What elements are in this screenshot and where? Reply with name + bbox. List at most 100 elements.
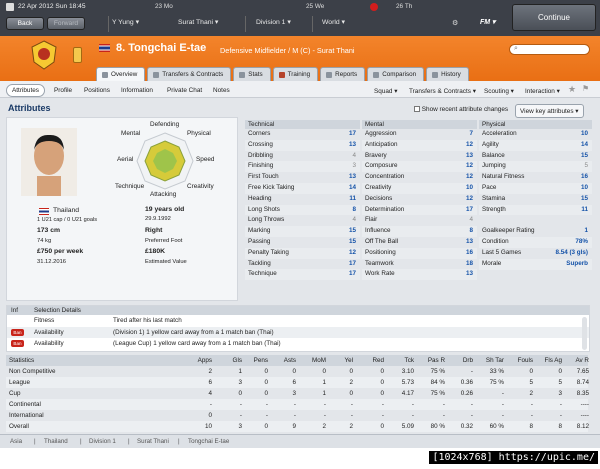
watermark: [1024x768] https://upic.me/ (429, 451, 598, 464)
mental-row: Anticipation 12 (362, 139, 477, 151)
subtab-information[interactable]: Information (121, 87, 153, 94)
tab-reports[interactable]: Reports (320, 67, 366, 81)
stat-cell: 8.74 (576, 379, 589, 386)
show-recent-toggle[interactable]: Show recent attribute changes (414, 106, 508, 113)
selection-text: (League Cup) 1 yellow card away from a 1… (113, 340, 281, 347)
nav-manager-dropdown[interactable]: Y Yung ▾ (112, 18, 139, 27)
tab-overview[interactable]: Overview (96, 67, 146, 81)
radar-label-attacking: Attacking (150, 191, 177, 198)
squad-dropdown[interactable]: Squad ▾ (374, 87, 397, 95)
radar-label-aerial: Aerial (117, 156, 134, 163)
stat-cell: - (442, 401, 445, 408)
selection-label: Availability (34, 328, 64, 336)
mental-row: Work Rate 13 (362, 269, 477, 281)
search-input[interactable]: ⌕ (509, 44, 590, 55)
radar-label-technique: Technique (115, 183, 145, 190)
stat-cell: 0 (322, 368, 326, 375)
nav-division-dropdown[interactable]: Division 1 ▾ (256, 18, 291, 27)
technical-row: Long Shots 8 (245, 204, 360, 216)
international-caps: 1 U21 cap / 0 U21 goals (37, 217, 98, 223)
breadcrumb-asia[interactable]: Asia (10, 438, 22, 445)
attribute-value: 17 (348, 130, 356, 137)
tab-comparison[interactable]: Comparison (367, 67, 425, 81)
stat-cell: - (381, 401, 384, 408)
transfers-contracts-dropdown[interactable]: Transfers & Contracts ▾ (409, 87, 476, 95)
attribute-name: Composure (365, 162, 398, 170)
player-title: 8. Tongchai E-tae (116, 42, 207, 54)
stat-cell: - (559, 412, 562, 419)
breadcrumb-division[interactable]: Division 1 (89, 438, 116, 445)
continue-button[interactable]: Continue (512, 4, 596, 31)
tab-stats[interactable]: Stats (233, 67, 271, 81)
nav-club-dropdown[interactable]: Surat Thani ▾ (178, 18, 218, 27)
breadcrumb-club[interactable]: Surat Thani (137, 438, 169, 445)
mental-header: Mental (362, 120, 477, 129)
stat-cell: 5 (558, 379, 562, 386)
comparison-icon (373, 71, 380, 78)
mini-day-3[interactable]: 26 Th (396, 3, 412, 10)
attribute-value: 12 (465, 162, 473, 170)
stat-cell: - (530, 412, 533, 419)
stat-cell: 0 (380, 423, 384, 430)
flag-icon[interactable]: ⚑ (582, 84, 589, 93)
stat-cell: ---- (580, 401, 589, 408)
star-icon[interactable]: ★ (568, 84, 576, 95)
technical-row: Corners 17 (245, 129, 360, 140)
stat-cell: 8 (529, 423, 533, 430)
back-button[interactable]: Back (6, 17, 44, 30)
stat-cell: - (501, 390, 504, 397)
selection-label: Availability (34, 340, 64, 347)
checkbox[interactable] (414, 106, 420, 113)
scrollbar[interactable] (582, 317, 587, 350)
breadcrumb-thailand[interactable]: Thailand (44, 438, 68, 445)
subtab-profile[interactable]: Profile (54, 87, 72, 94)
tab-transfers[interactable]: Transfers & Contracts (147, 67, 232, 81)
selection-details-panel: Inf Selection Details Fitness Tired after… (6, 305, 590, 352)
stat-cell: 1 (238, 368, 242, 375)
club-crest-icon (31, 40, 57, 70)
attribute-value: 15 (580, 151, 588, 159)
radar-label-physical: Physical (187, 130, 211, 137)
settings-icon[interactable]: ⚙ (452, 19, 458, 27)
attribute-name: Free Kick Taking (248, 183, 295, 191)
mental-row: Teamwork 18 (362, 259, 477, 270)
technical-row: Passing 15 (245, 237, 360, 248)
stat-cell: 9 (292, 423, 296, 430)
reports-icon (326, 71, 333, 78)
nav-world-dropdown[interactable]: World ▾ (322, 18, 345, 27)
subtab-private-chat[interactable]: Private Chat (167, 87, 202, 94)
attribute-value: 3 (352, 162, 356, 170)
player-photo (21, 128, 77, 196)
tab-training[interactable]: Training (272, 67, 319, 81)
stat-cell: 5.09 (401, 423, 414, 430)
subtab-attributes[interactable]: Attributes (6, 84, 45, 97)
fm-menu[interactable]: FM ▾ (480, 18, 496, 26)
mini-day-2[interactable]: 25 We (306, 3, 324, 10)
subtab-notes[interactable]: Notes (213, 87, 230, 94)
radar-label-defending: Defending (150, 121, 180, 128)
attribute-value: 8 (469, 227, 473, 235)
technical-row: Marking 15 (245, 226, 360, 237)
mental-row: Aggression 7 (362, 129, 477, 140)
technical-row: Free Kick Taking 14 (245, 182, 360, 194)
forward-button[interactable]: Forward (47, 17, 85, 30)
attribute-value: 14 (580, 140, 588, 148)
sub-navigation: Attributes Profile Positions Information… (0, 81, 600, 98)
stat-cell: 60 % (489, 423, 504, 430)
stat-cell: Non Competitive (9, 368, 56, 375)
view-key-attributes-button[interactable]: View key attributes ▾ (515, 104, 584, 118)
attribute-value: 8 (352, 205, 356, 213)
scouting-dropdown[interactable]: Scouting ▾ (484, 87, 514, 95)
statistics-row: Non Competitive 2 1 0 0 0 0 0 3.10 75 % - 33 % 0 0 7.6… (6, 366, 589, 377)
subtab-positions[interactable]: Positions (84, 87, 110, 94)
breadcrumb-player[interactable]: Tongchai E-tae (188, 438, 229, 445)
interaction-dropdown[interactable]: Interaction ▾ (525, 87, 560, 95)
mental-row: Concentration 12 (362, 172, 477, 183)
mini-day-1[interactable]: 23 Mo (155, 3, 173, 10)
tab-history[interactable]: History (426, 67, 469, 81)
attribute-name: Pace (482, 183, 497, 191)
technical-row: Heading 11 (245, 194, 360, 205)
attribute-name: Marking (248, 227, 271, 235)
stat-cell: International (9, 412, 44, 419)
column-header: Drb (462, 357, 473, 364)
